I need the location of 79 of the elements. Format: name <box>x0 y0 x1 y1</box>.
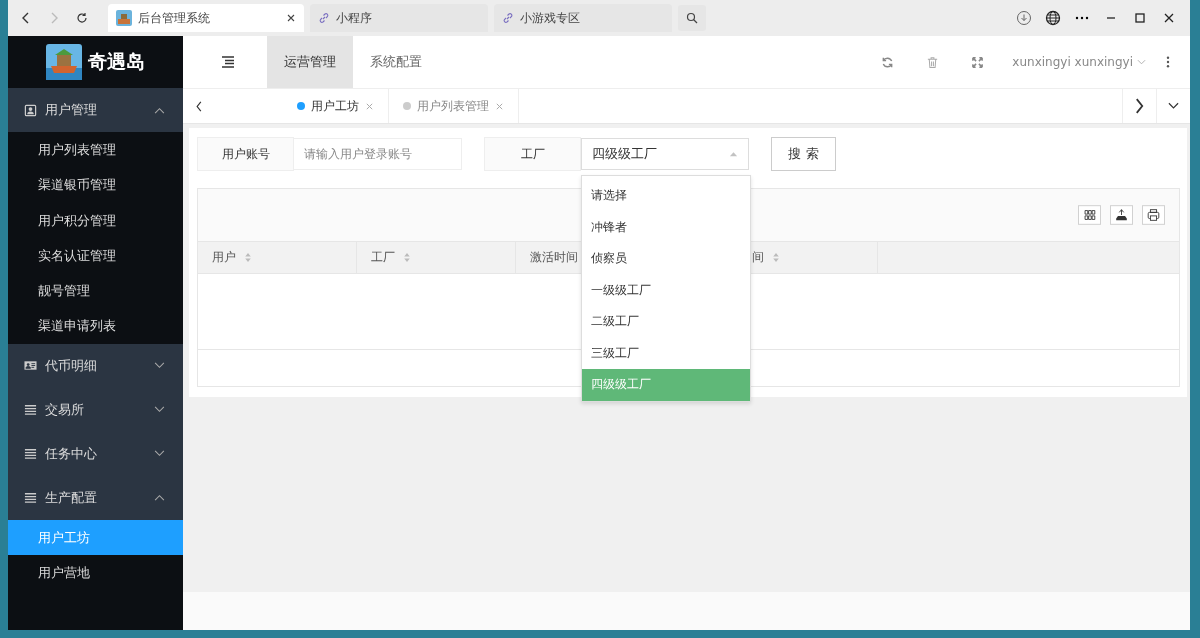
list-icon <box>24 403 37 417</box>
menu-group[interactable]: 代币明细 <box>8 343 183 388</box>
columns-icon[interactable] <box>1078 205 1101 225</box>
menu-group-label: 交易所 <box>45 400 85 419</box>
dropdown-option[interactable]: 一级级工厂 <box>582 274 750 306</box>
refresh-icon[interactable] <box>881 55 895 69</box>
caret-up-icon <box>154 106 165 114</box>
account-input-field[interactable]: 请输入用户登录账号 <box>294 138 462 170</box>
search-button[interactable]: 搜 索 <box>771 137 836 171</box>
menu-group[interactable]: 交易所 <box>8 387 183 432</box>
menu-icon[interactable] <box>221 56 235 68</box>
list-icon <box>24 491 37 505</box>
link-icon <box>502 12 514 24</box>
status-dot-icon <box>403 102 411 110</box>
nav-tab[interactable]: 运营管理 <box>267 36 353 88</box>
fullscreen-icon[interactable] <box>971 55 985 69</box>
browser-tab[interactable]: 后台管理系统 <box>108 4 304 32</box>
menu-item[interactable]: 用户营地 <box>8 555 183 591</box>
status-dot-icon <box>297 102 305 110</box>
menu-item[interactable]: 用户列表管理 <box>8 132 183 168</box>
page-tab[interactable]: 用户列表管理 <box>389 89 519 123</box>
maximize-icon[interactable] <box>1132 10 1148 26</box>
caret-down-icon <box>154 406 165 414</box>
dropdown-option[interactable]: 冲锋者 <box>582 211 750 243</box>
id-card-icon <box>24 359 37 373</box>
menu-group-label: 代币明细 <box>45 356 98 375</box>
dropdown-option[interactable]: 侦察员 <box>582 243 750 275</box>
menu-item[interactable]: 用户积分管理 <box>8 202 183 238</box>
caret-up-icon <box>154 494 165 502</box>
tab-title: 小程序 <box>336 9 372 27</box>
dropdown-option[interactable]: 二级工厂 <box>582 306 750 338</box>
more-icon[interactable] <box>1166 56 1170 68</box>
page-tab-label: 用户列表管理 <box>417 97 489 115</box>
caret-down-icon <box>154 450 165 458</box>
export-icon[interactable] <box>1110 205 1133 225</box>
download-icon[interactable] <box>1016 10 1032 26</box>
user-menu[interactable]: xunxingyi xunxingyi <box>1012 55 1146 69</box>
browser-tab[interactable]: 小游戏专区 <box>494 4 672 32</box>
menu-group[interactable]: 生产配置 <box>8 475 183 520</box>
caret-icon <box>729 151 738 157</box>
column-header[interactable]: 激活时间 <box>530 249 578 266</box>
person-icon <box>24 103 37 117</box>
nav-tab[interactable]: 系统配置 <box>353 36 439 88</box>
close-icon[interactable] <box>286 13 296 23</box>
menu-item[interactable]: 实名认证管理 <box>8 237 183 274</box>
menu-group[interactable]: 用户管理 <box>8 88 183 132</box>
print-icon[interactable] <box>1142 205 1165 225</box>
menu-item[interactable]: 靓号管理 <box>8 273 183 309</box>
caret-icon <box>1137 59 1146 65</box>
reload-icon[interactable] <box>76 12 88 24</box>
column-header[interactable]: 工厂 <box>371 249 395 266</box>
search-icon <box>686 12 698 24</box>
factory-select[interactable]: 四级级工厂 <box>581 138 749 170</box>
browser-tab[interactable]: 小程序 <box>310 4 488 32</box>
column-header[interactable]: 间 <box>752 249 764 266</box>
island-icon <box>116 10 132 26</box>
menu-group-label: 生产配置 <box>45 488 98 507</box>
list-icon <box>24 447 37 461</box>
column-header[interactable]: 用户 <box>212 249 236 266</box>
field-label: 工厂 <box>484 137 581 171</box>
dropdown-option[interactable]: 请选择 <box>582 180 750 212</box>
menu-item[interactable]: 渠道银币管理 <box>8 167 183 203</box>
scroll-left-icon[interactable] <box>195 100 203 112</box>
globe-icon[interactable] <box>1045 10 1061 26</box>
menu-group[interactable]: 任务中心 <box>8 431 183 476</box>
dropdown-option[interactable]: 三级工厂 <box>582 337 750 369</box>
app-title: 奇遇岛 <box>88 49 145 74</box>
page-tab[interactable]: 用户工坊 <box>213 89 389 123</box>
caret-down-icon <box>154 362 165 370</box>
search-button[interactable] <box>678 5 706 31</box>
tab-title: 后台管理系统 <box>138 9 211 27</box>
menu-group-label: 任务中心 <box>45 444 98 463</box>
field-label: 用户账号 <box>197 137 294 171</box>
logo-picture-icon <box>46 44 82 80</box>
menu-group-label: 用户管理 <box>45 101 98 119</box>
page-tab-label: 用户工坊 <box>311 97 359 115</box>
link-icon <box>318 12 330 24</box>
menu-item[interactable]: 渠道申请列表 <box>8 308 183 344</box>
tab-title: 小游戏专区 <box>520 9 580 27</box>
